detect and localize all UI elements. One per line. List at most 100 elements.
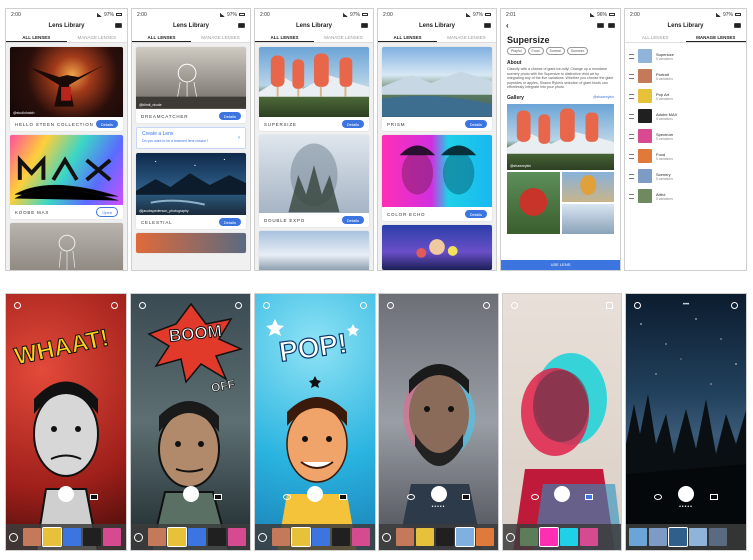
lens-tray-thumb[interactable] [629,528,647,546]
lens-thumbnail[interactable] [10,135,123,205]
lens-tray-thumb[interactable] [332,528,350,546]
lens-tray-thumb[interactable] [668,527,688,547]
tab-manage-lenses[interactable]: MANAGE LENSES [67,32,128,42]
no-filter-icon[interactable] [654,494,662,500]
shutter-button[interactable] [430,486,447,502]
lens-thumbnail[interactable]: @klimit_nicole [136,47,246,109]
tab-all-lenses[interactable]: ALL LENSES [132,32,191,42]
share-icon[interactable] [597,23,604,28]
camera-icon[interactable] [734,23,741,28]
lens-card[interactable]: @klimit_nicole DREAMCATCHER Details [136,47,246,123]
shutter-button[interactable] [307,486,323,502]
tab-manage-lenses[interactable]: MANAGE LENSES [314,32,373,42]
drag-handle-icon[interactable] [629,113,634,119]
lens-tray-thumb[interactable] [272,528,290,546]
lens-card[interactable]: KOOBE MAX Open [10,135,123,219]
drag-handle-icon[interactable] [629,153,634,159]
lens-card[interactable]: PRISM Details [382,47,492,131]
lens-tray-thumb[interactable] [208,528,226,546]
lens-card[interactable] [10,223,123,270]
shutter-button[interactable] [678,486,694,502]
lens-thumbnail[interactable] [382,135,492,207]
no-filter-icon[interactable] [531,494,539,500]
drag-handle-icon[interactable] [629,193,634,199]
lens-tray-thumb[interactable] [476,528,494,546]
settings-icon[interactable] [139,302,146,309]
lens-thumbnail[interactable] [10,223,123,270]
tag-chip[interactable]: Food [527,47,544,55]
tab-all-lenses[interactable]: ALL LENSES [625,32,686,42]
details-button[interactable]: Details [464,210,487,218]
flip-camera-icon[interactable] [731,302,738,309]
drag-handle-icon[interactable] [629,53,634,59]
manage-list-item[interactable]: Spectrum 5 variations [625,126,746,146]
lens-card[interactable] [259,231,369,270]
flip-camera-icon[interactable] [111,302,118,309]
details-button[interactable]: Details [464,120,487,128]
variation-dots[interactable]: ••••• [432,504,446,510]
lens-tray-thumb[interactable] [291,527,311,547]
drag-handle-icon[interactable] [629,133,634,139]
lens-tray-thumb[interactable] [83,528,101,546]
lens-tray-thumb[interactable] [228,528,246,546]
flip-camera-icon[interactable] [483,302,490,309]
lens-tray-thumb[interactable] [416,528,434,546]
lens-card[interactable]: SUPERSIZE Details [259,47,369,131]
camera-icon[interactable] [115,23,122,28]
gallery-thumb[interactable] [507,171,560,234]
manage-list-item[interactable]: Pop Art 5 variations [625,86,746,106]
lens-card[interactable] [136,233,246,253]
tag-chip[interactable]: Summer [566,47,589,55]
lens-tray-thumb[interactable] [649,528,667,546]
lens-thumbnail[interactable] [259,135,369,213]
flip-camera-icon[interactable] [360,302,367,309]
manage-list-item[interactable]: Portrait 5 variations [625,66,746,86]
shutter-button[interactable] [182,486,199,502]
lens-thumbnail[interactable] [259,231,369,270]
lens-tray-thumb[interactable] [580,528,598,546]
manage-list-item[interactable]: Scenery 5 variations [625,166,746,186]
lens-tray-thumb[interactable] [103,528,121,546]
lens-tray-thumb[interactable] [167,527,187,547]
tab-manage-lenses[interactable]: MANAGE LENSES [437,32,496,42]
gallery-author-link[interactable]: @shawnrykin [593,95,614,101]
lens-tray-thumb[interactable] [148,528,166,546]
more-icon[interactable]: ••• [683,302,689,309]
lens-card[interactable]: DOUBLE EXPO Details [259,135,369,227]
details-button[interactable]: Details [218,218,241,226]
lens-tray-thumb[interactable] [63,528,81,546]
no-lens-icon[interactable] [258,532,267,542]
open-button[interactable]: Open [96,207,118,217]
settings-icon[interactable] [634,302,641,309]
flip-camera-icon[interactable] [606,302,613,309]
lens-tray-thumb[interactable] [23,528,41,546]
drag-handle-icon[interactable] [629,73,634,79]
details-button[interactable]: Details [95,120,118,128]
gallery-thumb[interactable] [561,203,614,234]
gallery-main-image[interactable]: @shawnrykin [507,103,614,170]
lens-tray-thumb[interactable] [689,528,707,546]
gallery-icon[interactable] [585,494,593,500]
camera-icon[interactable] [238,23,245,28]
lens-card[interactable] [382,225,492,270]
no-filter-icon[interactable] [407,494,415,500]
lens-thumbnail[interactable]: @jacobspederson_photography [136,153,246,215]
lens-tray-thumb[interactable] [352,528,370,546]
gallery-thumb[interactable] [561,171,614,202]
no-lens-icon[interactable] [382,532,391,542]
tab-all-lenses[interactable]: ALL LENSES [255,32,314,42]
shutter-button[interactable] [554,486,570,502]
back-arrow-icon[interactable]: ‹ [506,20,509,32]
tab-all-lenses[interactable]: ALL LENSES [6,32,67,42]
settings-icon[interactable] [263,302,270,309]
lens-tray-thumb[interactable] [455,527,475,547]
lens-tray-thumb[interactable] [188,528,206,546]
lens-card[interactable]: @studiohatch HELLO STEEN COLLECTION Detai… [10,47,123,131]
manage-list-item[interactable]: Artful 5 variations [625,186,746,206]
tab-manage-lenses[interactable]: MANAGE LENSES [685,32,746,42]
tab-all-lenses[interactable]: ALL LENSES [378,32,437,42]
lens-thumbnail[interactable]: @studiohatch [10,47,123,117]
camera-icon[interactable] [608,23,615,28]
details-button[interactable]: Details [341,120,364,128]
lens-thumbnail[interactable] [136,233,246,253]
